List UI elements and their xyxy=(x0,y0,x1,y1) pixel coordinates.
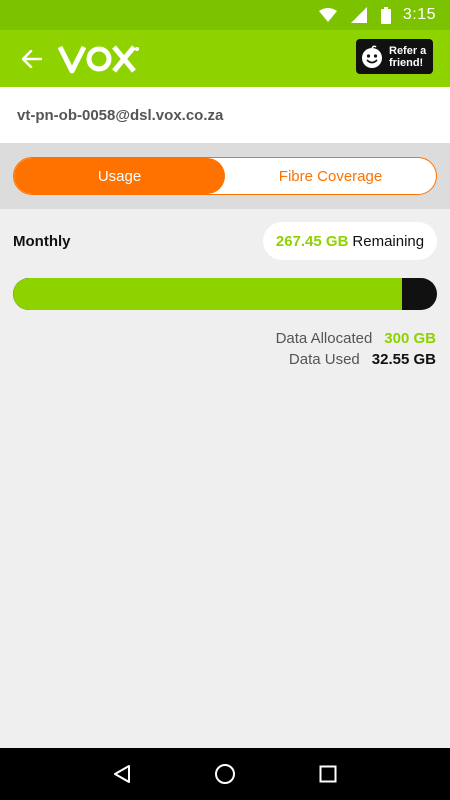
back-button[interactable] xyxy=(12,39,52,79)
status-bar: 3:15 xyxy=(0,0,450,30)
data-allocated-label: Data Allocated xyxy=(275,330,373,347)
data-allocated-row: Data Allocated 300 GB xyxy=(276,330,436,347)
data-used-label: Data Used xyxy=(288,351,360,368)
segmented-tabs: Usage Fibre Coverage xyxy=(13,157,437,195)
nav-recents-button[interactable] xyxy=(308,754,348,794)
smiley-face-icon xyxy=(362,44,382,68)
refer-label: Refer a friend! xyxy=(389,45,426,69)
home-circle-icon xyxy=(214,764,235,784)
refer-label-line1: Refer a xyxy=(389,44,427,57)
signal-icon xyxy=(350,7,367,23)
wifi-icon xyxy=(318,8,337,22)
remaining-badge: 267.45 GB Remaining xyxy=(263,222,437,260)
usage-progress-bar xyxy=(13,278,437,310)
app-bar: Refer a friend! xyxy=(0,30,450,87)
data-allocated-value: 300 GB xyxy=(384,330,436,347)
status-time: 3:15 xyxy=(402,6,436,23)
tab-area: Usage Fibre Coverage xyxy=(0,143,450,209)
system-nav-bar xyxy=(0,748,450,800)
tab-fibre-coverage[interactable]: Fibre Coverage xyxy=(225,158,436,194)
back-triangle-icon xyxy=(113,765,130,783)
refer-a-friend-button[interactable]: Refer a friend! xyxy=(356,39,433,74)
usage-progress-fill xyxy=(13,278,403,310)
nav-home-button[interactable] xyxy=(205,754,245,794)
nav-back-button[interactable] xyxy=(102,754,142,794)
tab-usage[interactable]: Usage xyxy=(14,158,225,194)
remaining-amount: 267.45 GB xyxy=(275,232,349,250)
data-used-row: Data Used 32.55 GB xyxy=(289,351,436,368)
battery-icon xyxy=(380,6,391,24)
remaining-label: Remaining xyxy=(352,232,425,250)
arrow-back-icon xyxy=(22,49,42,68)
vox-logo xyxy=(58,43,140,75)
refer-label-line2: friend! xyxy=(389,56,424,69)
recents-square-icon xyxy=(319,765,337,783)
data-used-value: 32.55 GB xyxy=(371,351,436,368)
account-bar: vt-pn-ob-0058@dsl.vox.co.za xyxy=(0,87,450,143)
account-username: vt-pn-ob-0058@dsl.vox.co.za xyxy=(17,106,224,124)
period-label: Monthly xyxy=(13,233,71,250)
